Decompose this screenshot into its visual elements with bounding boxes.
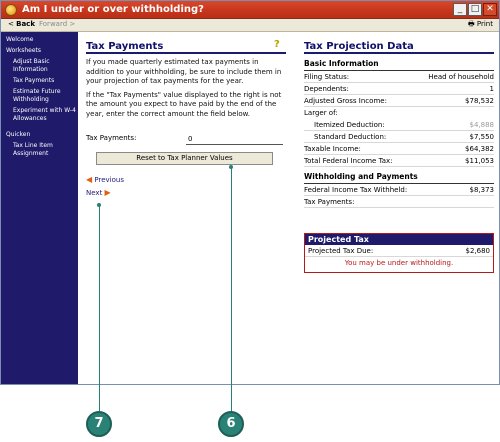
filing-status-row: Filing Status: Head of household	[304, 71, 494, 83]
projected-tax-due-row: Projected Tax Due: $2,680	[305, 245, 493, 257]
total-tax-label: Total Federal Income Tax:	[304, 157, 393, 165]
app-window: Am I under or over withholding? _ □ ✕ < …	[0, 0, 500, 385]
itemized-deduction-label: Itemized Deduction:	[314, 121, 385, 129]
sidebar-item-welcome[interactable]: Welcome	[6, 36, 78, 44]
standard-deduction-label: Standard Deduction:	[314, 133, 387, 141]
previous-label: Previous	[94, 176, 124, 184]
next-label: Next	[86, 189, 103, 197]
forward-label: Forward	[39, 20, 68, 28]
withholding-payments-heading: Withholding and Payments	[304, 172, 494, 184]
taxable-income-row: Taxable Income: $64,382	[304, 143, 494, 155]
under-withholding-warning: You may be under withholding.	[344, 259, 454, 267]
sidebar-item-experiment-w4-allowances[interactable]: Experiment with W-4 Allowances	[6, 107, 78, 123]
dependents-label: Dependents:	[304, 85, 349, 93]
total-tax-row: Total Federal Income Tax: $11,053	[304, 155, 494, 167]
reset-to-tax-planner-button[interactable]: Reset to Tax Planner Values	[96, 152, 273, 165]
quicken-app-icon	[5, 4, 17, 16]
tax-payments-input[interactable]	[186, 133, 283, 145]
sidebar-heading-quicken: Quicken	[6, 131, 31, 138]
print-label: Print	[476, 20, 493, 28]
projected-tax-box: Projected Tax Projected Tax Due: $2,680 Y…	[304, 233, 494, 273]
toolbar: < Back Forward > 🖶 Print	[1, 19, 499, 32]
larger-of-row: Larger of:	[304, 107, 494, 119]
forward-arrow-icon: >	[69, 20, 76, 28]
title-bar: Am I under or over withholding? _ □ ✕	[1, 1, 499, 19]
agi-value: $78,532	[465, 97, 494, 105]
callout-7-badge: 7	[86, 411, 112, 437]
next-link[interactable]: Next ▶	[86, 188, 111, 197]
tax-payments-row: Tax Payments:	[86, 133, 286, 145]
sidebar-item-tax-line-item-assignment[interactable]: Tax Line Item Assignment	[6, 142, 78, 158]
taxable-income-label: Taxable Income:	[304, 145, 361, 153]
tax-payments-label: Tax Payments:	[86, 134, 137, 142]
filing-status-value: Head of household	[428, 73, 494, 81]
maximize-button[interactable]: □	[468, 3, 482, 16]
left-arrow-icon: ◀	[86, 175, 93, 184]
tax-payments-title: Tax Payments	[86, 32, 286, 54]
back-arrow-icon: <	[8, 20, 14, 28]
callout-6-badge: 6	[218, 411, 244, 437]
filing-status-label: Filing Status:	[304, 73, 350, 81]
instruction-paragraph-1: If you made quarterly estimated tax paym…	[86, 58, 282, 85]
basic-information-heading: Basic Information	[304, 59, 494, 71]
callout-6-leader	[231, 167, 232, 411]
standard-deduction-row: Standard Deduction: $7,550	[304, 131, 494, 143]
tax-withheld-label: Federal Income Tax Withheld:	[304, 186, 408, 194]
sidebar: Welcome Worksheets Adjust Basic Informat…	[1, 32, 78, 384]
close-button[interactable]: ✕	[483, 3, 497, 16]
tax-withheld-value: $8,373	[469, 186, 495, 194]
tax-payments-pane: Tax Payments ? If you made quarterly est…	[86, 32, 286, 197]
window-title: Am I under or over withholding?	[22, 4, 204, 15]
projected-tax-due-label: Projected Tax Due:	[308, 247, 374, 255]
printer-icon: 🖶	[468, 20, 475, 28]
instruction-paragraph-2: If the "Tax Payments" value displayed to…	[86, 90, 282, 118]
back-button[interactable]: < Back	[8, 20, 35, 28]
agi-label: Adjusted Gross Income:	[304, 97, 387, 105]
callout-7-leader	[99, 205, 100, 411]
projected-tax-heading: Projected Tax	[305, 234, 493, 245]
agi-row: Adjusted Gross Income: $78,532	[304, 95, 494, 107]
help-icon[interactable]: ?	[274, 39, 280, 50]
tax-payments-summary-row: Tax Payments:	[304, 196, 494, 208]
standard-deduction-value: $7,550	[469, 133, 495, 141]
tax-withheld-row: Federal Income Tax Withheld: $8,373	[304, 184, 494, 196]
forward-button[interactable]: Forward >	[39, 20, 75, 28]
larger-of-label: Larger of:	[304, 109, 338, 117]
tax-payments-summary-label: Tax Payments:	[304, 198, 355, 206]
tax-projection-title: Tax Projection Data	[304, 32, 494, 54]
sidebar-item-adjust-basic-information[interactable]: Adjust Basic Information	[6, 58, 78, 74]
projected-tax-due-value: $2,680	[465, 247, 491, 255]
total-tax-value: $11,053	[465, 157, 494, 165]
back-label: Back	[16, 20, 35, 28]
dependents-row: Dependents: 1	[304, 83, 494, 95]
main-content: Tax Payments ? If you made quarterly est…	[78, 32, 499, 384]
sidebar-heading-worksheets: Worksheets	[6, 47, 41, 54]
dependents-value: 1	[489, 85, 494, 93]
sidebar-item-tax-payments[interactable]: Tax Payments	[6, 77, 78, 85]
right-arrow-icon: ▶	[104, 188, 111, 197]
taxable-income-value: $64,382	[465, 145, 494, 153]
print-button[interactable]: 🖶 Print	[468, 20, 493, 31]
itemized-deduction-value: $4,888	[469, 121, 495, 129]
tax-projection-pane: Tax Projection Data Basic Information Fi…	[304, 32, 494, 208]
previous-link[interactable]: ◀ Previous	[86, 175, 124, 184]
minimize-button[interactable]: _	[453, 3, 467, 16]
itemized-deduction-row: Itemized Deduction: $4,888	[304, 119, 494, 131]
sidebar-item-estimate-future-withholding[interactable]: Estimate Future Withholding	[6, 88, 78, 104]
